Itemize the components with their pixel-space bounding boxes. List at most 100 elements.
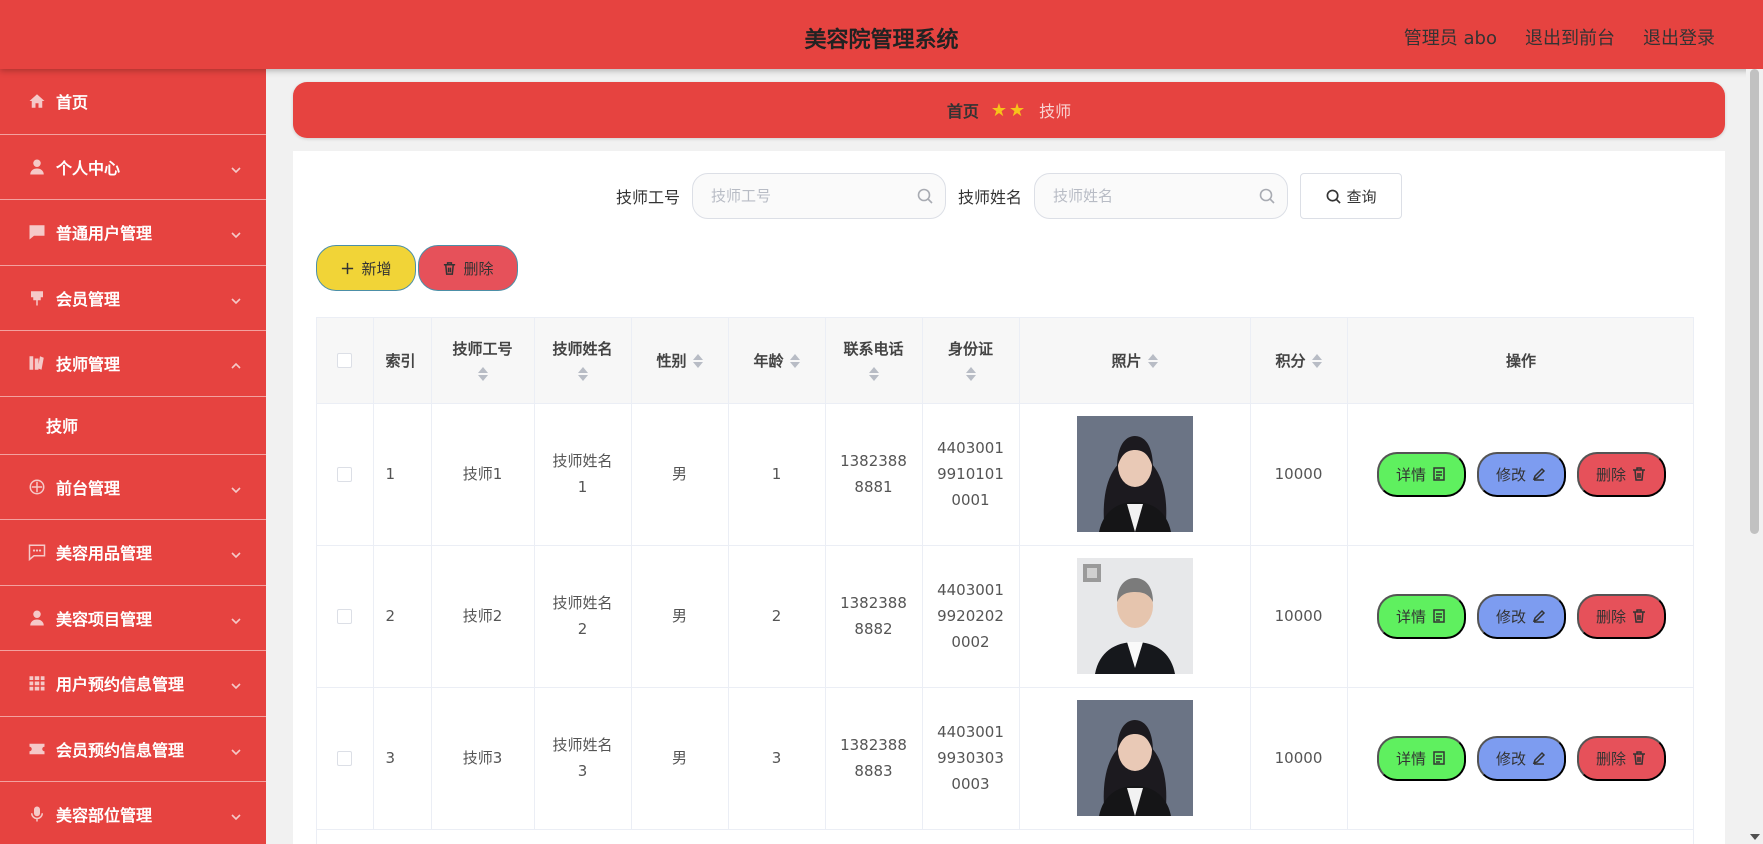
cell-photo [1019, 545, 1251, 688]
breadcrumb-current: 技师 [1039, 102, 1072, 121]
tech-id-input[interactable] [693, 174, 945, 218]
pencil-icon [1532, 467, 1546, 481]
column-header-tech-id[interactable]: 技师工号 [431, 318, 535, 404]
search-icon [917, 188, 933, 204]
detail-button[interactable]: 详情 [1376, 593, 1466, 639]
star-icon: ★★ [990, 99, 1028, 121]
sidebar-subitem-technician[interactable]: 技师 [0, 397, 266, 455]
delete-button[interactable]: 删除 [1576, 735, 1666, 781]
batch-delete-button[interactable]: 删除 [418, 245, 518, 291]
sort-icon[interactable] [577, 365, 588, 383]
sidebar-item-label: 美容用品管理 [56, 544, 153, 564]
add-button[interactable]: 新增 [316, 245, 416, 291]
cell-tech-name: 技师姓名3 [534, 687, 632, 830]
edit-button[interactable]: 修改 [1476, 451, 1566, 497]
sort-icon[interactable] [789, 352, 800, 370]
column-header-points[interactable]: 积分 [1250, 318, 1348, 404]
row-checkbox[interactable] [337, 751, 353, 766]
row-select-cell [317, 403, 374, 546]
sidebar-item-member-reservations[interactable]: 会员预约信息管理 [0, 717, 266, 782]
column-header-label: 联系电话 [843, 339, 904, 358]
sidebar-item-label: 会员预约信息管理 [56, 740, 185, 760]
add-button-label: 新增 [361, 260, 392, 278]
detail-button[interactable]: 详情 [1376, 451, 1466, 497]
sidebar-item-beauty-parts[interactable]: 美容部位管理 [0, 782, 266, 844]
compass-icon [28, 478, 46, 496]
sort-icon[interactable] [1311, 352, 1322, 370]
sort-icon[interactable] [965, 365, 976, 383]
cell-age: 2 [728, 545, 826, 688]
breadcrumb-home[interactable]: 首页 [947, 98, 979, 122]
mic-icon [28, 805, 46, 823]
chevron-down-icon [230, 612, 242, 624]
chevron-down-icon [230, 481, 242, 493]
scrollbar-thumb[interactable] [1750, 69, 1759, 534]
sidebar-item-home[interactable]: 首页 [0, 69, 266, 135]
column-header-id-card[interactable]: 身份证 [922, 318, 1020, 404]
tech-name-input[interactable] [1035, 174, 1288, 218]
delete-button[interactable]: 删除 [1576, 593, 1666, 639]
column-header-index: 索引 [373, 318, 432, 404]
scroll-down-arrow-icon[interactable] [1750, 834, 1760, 840]
cell-points: 10000 [1250, 545, 1348, 688]
detail-button-label: 详情 [1395, 466, 1426, 484]
sidebar-item-users[interactable]: 普通用户管理 [0, 200, 266, 266]
edit-button[interactable]: 修改 [1476, 735, 1566, 781]
column-header-age[interactable]: 年龄 [728, 318, 826, 404]
sidebar-item-label: 美容项目管理 [56, 609, 153, 629]
sort-icon[interactable] [1147, 352, 1158, 370]
grid-icon [28, 674, 46, 692]
cell-phone: 13823888881 [825, 403, 923, 546]
delete-button[interactable]: 删除 [1576, 451, 1666, 497]
column-header-photo[interactable]: 照片 [1019, 318, 1251, 404]
sidebar-item-members[interactable]: 会员管理 [0, 266, 266, 331]
sidebar-item-label: 前台管理 [56, 478, 121, 498]
cell-age: 3 [728, 687, 826, 830]
column-header-gender[interactable]: 性别 [631, 318, 729, 404]
table-row: 1 技师1 技师姓名1 男 1 13823888881 440300199101010001… [317, 403, 1693, 546]
exit-to-front-link[interactable]: 退出到前台 [1525, 24, 1615, 50]
cell-tech-name: 技师姓名1 [534, 403, 632, 546]
sidebar-item-technicians[interactable]: 技师管理 [0, 331, 266, 397]
sidebar-item-front-desk[interactable]: 前台管理 [0, 455, 266, 520]
ticket-icon [28, 740, 46, 758]
column-header-tech-name[interactable]: 技师姓名 [534, 318, 632, 404]
action-bar: 新增 删除 [316, 245, 518, 291]
delete-button-label: 删除 [1595, 466, 1626, 484]
row-checkbox[interactable] [337, 467, 353, 482]
cell-phone: 13823888882 [825, 545, 923, 688]
cell-age: 1 [728, 403, 826, 546]
column-header-label: 积分 [1275, 351, 1306, 370]
logout-link[interactable]: 退出登录 [1643, 24, 1715, 50]
chevron-down-icon [230, 808, 242, 821]
sort-icon[interactable] [477, 365, 488, 383]
detail-button[interactable]: 详情 [1376, 735, 1466, 781]
column-header-ops: 操作 [1347, 318, 1693, 404]
chevron-down-icon [230, 161, 242, 173]
user-icon [28, 158, 46, 176]
sort-icon[interactable] [692, 352, 703, 370]
query-button[interactable]: 查询 [1300, 173, 1403, 219]
edit-button-label: 修改 [1495, 750, 1526, 768]
page-scrollbar[interactable] [1746, 69, 1763, 844]
sidebar-item-beauty-projects[interactable]: 美容项目管理 [0, 586, 266, 651]
edit-button[interactable]: 修改 [1476, 593, 1566, 639]
cell-ops: 详情 修改 删除 [1347, 545, 1693, 688]
row-checkbox[interactable] [337, 609, 353, 624]
chevron-down-icon [230, 677, 242, 690]
sidebar-item-label: 用户预约信息管理 [56, 675, 185, 695]
cell-index: 3 [373, 687, 432, 830]
sidebar-item-personal-center[interactable]: 个人中心 [0, 135, 266, 200]
sidebar-item-user-reservations[interactable]: 用户预约信息管理 [0, 651, 266, 717]
admin-user-label[interactable]: 管理员 abo [1404, 24, 1497, 50]
top-header: 美容院管理系统 管理员 abo 退出到前台 退出登录 [0, 0, 1763, 69]
sidebar-item-label: 首页 [56, 93, 89, 113]
document-icon [1433, 467, 1445, 481]
sidebar-item-beauty-supplies[interactable]: 美容用品管理 [0, 520, 266, 586]
cell-points: 10000 [1250, 687, 1348, 830]
trash-icon [444, 261, 456, 275]
column-header-phone[interactable]: 联系电话 [825, 318, 923, 404]
select-all-checkbox[interactable] [337, 353, 353, 369]
sort-icon[interactable] [868, 365, 879, 383]
cell-gender: 男 [631, 403, 729, 546]
